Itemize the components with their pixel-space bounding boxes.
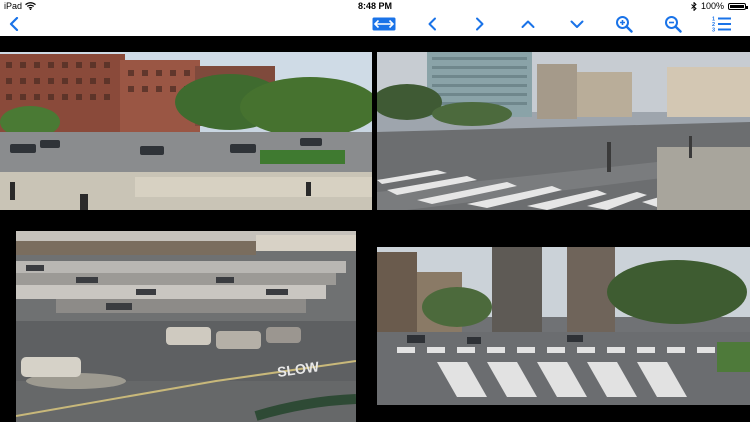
- camera-feed-1-image: [0, 52, 372, 210]
- camera-feed-2[interactable]: [377, 52, 750, 210]
- camera-feed-4[interactable]: [377, 247, 750, 405]
- chevron-up-icon: [521, 20, 535, 28]
- camera-feed-4-image: [377, 247, 750, 405]
- bluetooth-icon: [691, 1, 697, 11]
- zoom-out-button[interactable]: [662, 14, 684, 34]
- zoom-out-icon: [665, 16, 682, 33]
- status-time: 8:48 PM: [357, 1, 392, 11]
- fit-width-icon: [372, 17, 396, 31]
- camera-feed-3[interactable]: SLOW: [16, 231, 356, 422]
- chevron-down-icon: [570, 20, 584, 28]
- layout-list-button[interactable]: 1 2 3: [711, 14, 733, 34]
- zoom-in-icon: [616, 16, 633, 33]
- battery-fill: [730, 4, 744, 8]
- chevron-right-icon: [476, 17, 484, 31]
- back-button[interactable]: [3, 14, 25, 34]
- camera-feed-3-image: SLOW: [16, 231, 356, 422]
- battery-icon: [728, 2, 748, 10]
- camera-feed-2-image: [377, 52, 750, 210]
- next-button[interactable]: [469, 14, 491, 34]
- battery-tip: [746, 5, 748, 9]
- list-digit: 3: [712, 28, 715, 34]
- battery-percent: 100%: [700, 1, 724, 11]
- zoom-in-button[interactable]: [613, 14, 635, 34]
- chevron-left-icon: [9, 17, 19, 31]
- fit-width-button[interactable]: [371, 14, 397, 34]
- status-right: 100%: [691, 0, 748, 12]
- chevron-left-icon: [428, 17, 436, 31]
- camera-grid: SLOW: [0, 36, 750, 422]
- page-down-button[interactable]: [566, 14, 588, 34]
- numbered-list-icon: 1 2 3: [712, 17, 731, 34]
- status-bar: iPad 8:48 PM 100%: [0, 0, 750, 12]
- previous-button[interactable]: [421, 14, 443, 34]
- page-up-button[interactable]: [517, 14, 539, 34]
- toolbar: 1 2 3: [0, 12, 750, 36]
- camera-feed-1[interactable]: [0, 52, 372, 210]
